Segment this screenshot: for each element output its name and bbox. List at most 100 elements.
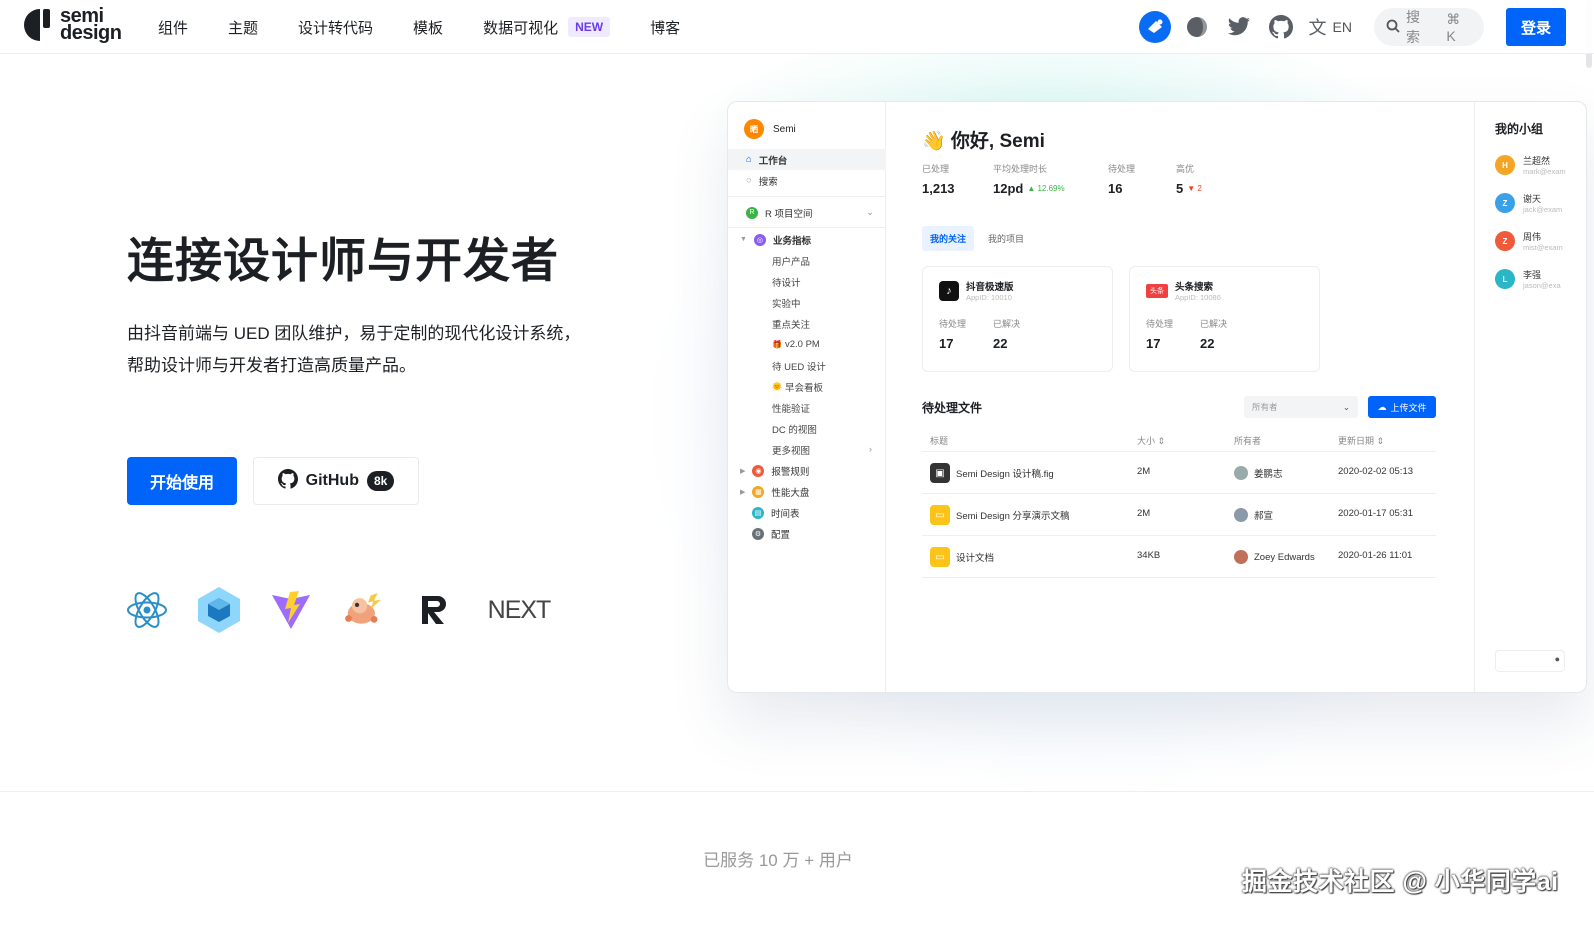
card-stat-label: 待处理 xyxy=(1146,319,1174,329)
app-card[interactable]: ♪ 抖音极速版 AppID: 10010 待处理 17 已解决 22 xyxy=(922,266,1113,372)
app-card[interactable]: 头条 头条搜索 AppID: 10086 待处理 17 已解决 22 xyxy=(1129,266,1320,372)
get-started-button[interactable]: 开始使用 xyxy=(127,457,237,505)
avatar xyxy=(1234,466,1248,480)
table-row[interactable]: ▭ Semi Design 分享演示文稿 2M 郝宣 2020-01-17 05:… xyxy=(922,494,1436,536)
menu-label: 主题 xyxy=(228,19,259,37)
rspack-icon[interactable] xyxy=(340,582,386,638)
chevron-down-icon: ⌄ xyxy=(866,207,874,218)
comment-input[interactable]: ● xyxy=(1495,650,1565,672)
caret-right-icon: ▶ xyxy=(740,488,746,496)
group-member[interactable]: Z 谢天 jack@exam xyxy=(1495,192,1562,214)
file-date: 2020-01-26 11:01 xyxy=(1338,550,1413,561)
figma-icon: ▣ xyxy=(930,463,950,483)
my-group-title: 我的小组 xyxy=(1495,122,1544,136)
nextjs-wordmark: NEXT xyxy=(487,595,552,624)
table-row[interactable]: ▣ Semi Design 设计稿.fig 2M 姜鹏志 2020-02-02 0… xyxy=(922,452,1436,494)
menu-label: 组件 xyxy=(158,19,189,37)
toutiao-icon: 头条 xyxy=(1146,283,1168,298)
avatar xyxy=(1234,550,1248,564)
group-member[interactable]: Z 周伟 mist@exam xyxy=(1495,230,1563,252)
chat-icon: ● xyxy=(1554,654,1560,664)
stat-value: 16 xyxy=(1108,181,1123,196)
table-row[interactable]: ▭ 设计文档 34KB Zoey Edwards 2020-01-26 11:01 xyxy=(922,536,1436,578)
card-stat-label: 已解决 xyxy=(1200,319,1228,329)
menu-label: 设计转代码 xyxy=(298,19,374,37)
card-name: 抖音极速版 xyxy=(966,282,1014,293)
group-member[interactable]: L 李强 jason@exa xyxy=(1495,268,1561,290)
nextjs-icon[interactable]: NEXT xyxy=(484,582,554,638)
sidebar-item-search[interactable]: ○ 搜索 xyxy=(728,170,886,191)
chevron-right-icon: › xyxy=(868,444,872,455)
menu-item-theme[interactable]: 主题 xyxy=(228,17,258,38)
stat-label: 高优 xyxy=(1176,164,1195,174)
sidebar-sub-item[interactable]: DC 的视图 xyxy=(728,418,886,439)
menu-label: 博客 xyxy=(650,19,681,37)
avatar xyxy=(1234,508,1248,522)
sidebar-item-label: 待 UED 设计 xyxy=(772,361,826,373)
react-icon[interactable] xyxy=(124,582,170,638)
card-stat-value: 17 xyxy=(1146,336,1161,351)
hero-title: 连接设计师与开发者 xyxy=(127,234,559,287)
emoji-icon: 🌞 xyxy=(772,382,782,391)
language-label: EN xyxy=(1332,19,1352,35)
preview-user[interactable]: 晒 Semi xyxy=(744,119,796,139)
sidebar-item-workspace[interactable]: ⌂ 工作台 xyxy=(728,149,886,170)
card-name: 头条搜索 xyxy=(1175,282,1214,293)
sidebar-sub-item[interactable]: 重点关注 xyxy=(728,313,886,334)
sidebar-item-label: 配置 xyxy=(771,529,791,541)
tab-my-follows[interactable]: 我的关注 xyxy=(922,226,975,251)
remix-icon[interactable] xyxy=(412,582,458,638)
sidebar-sub-item[interactable]: 用户产品 xyxy=(728,250,886,271)
sidebar-sub-item[interactable]: 🎁 v2.0 PM xyxy=(728,334,886,355)
sidebar-item-label: 早会看板 xyxy=(784,382,823,394)
preview-user-name: Semi xyxy=(773,123,796,135)
dark-mode-icon[interactable] xyxy=(1181,11,1213,43)
column-header[interactable]: 大小 ⇕ xyxy=(1137,434,1165,447)
project-space-select[interactable]: R R 项目空间 ⌄ xyxy=(728,202,886,223)
menu-item-data-viz[interactable]: 数据可视化 NEW xyxy=(483,17,611,38)
preview-tabs: 我的关注 我的项目 xyxy=(922,226,1032,251)
menu-item-design-to-code[interactable]: 设计转代码 xyxy=(298,17,373,38)
search-box[interactable]: 搜索 ⌘ K xyxy=(1374,8,1484,46)
semi-design-logo[interactable]: semi design xyxy=(24,6,122,44)
member-email: mist@exam xyxy=(1523,243,1563,252)
column-header: 标题 xyxy=(930,436,949,446)
sidebar-item-alerts[interactable]: ▶ ◉ 报警规则 xyxy=(728,460,886,481)
sidebar-group-metrics[interactable]: ▼ ◎ 业务指标 xyxy=(728,229,886,250)
sidebar-sub-item[interactable]: 性能验证 xyxy=(728,397,886,418)
upload-file-button[interactable]: ☁ 上传文件 xyxy=(1368,396,1436,418)
column-header[interactable]: 更新日期 ⇕ xyxy=(1338,434,1384,447)
owner-select[interactable]: 所有者 ⌄ xyxy=(1244,396,1358,418)
main-menu: 组件 主题 设计转代码 模板 数据可视化 NEW 博客 xyxy=(158,0,720,54)
sidebar-item-settings[interactable]: ⚙ 配置 xyxy=(728,523,886,544)
twitter-icon[interactable] xyxy=(1223,11,1255,43)
sidebar-item-schedule[interactable]: ▤ 时间表 xyxy=(728,502,886,523)
card-stat-value: 17 xyxy=(939,336,954,351)
menu-item-templates[interactable]: 模板 xyxy=(413,17,443,38)
sidebar-sub-item[interactable]: 实验中 xyxy=(728,292,886,313)
upload-label: 上传文件 xyxy=(1390,402,1427,413)
emoji-icon: 🎁 xyxy=(772,340,782,349)
feishu-icon[interactable] xyxy=(1138,11,1171,43)
hero-desc-line2: 帮助设计师与开发者打造高质量产品。 xyxy=(127,356,416,375)
group-member[interactable]: H 兰超然 mark@exam xyxy=(1495,154,1566,176)
menu-item-blog[interactable]: 博客 xyxy=(650,17,680,38)
card-stat-value: 22 xyxy=(1200,336,1215,351)
sidebar-sub-item-more[interactable]: 更多视图 › xyxy=(728,439,886,460)
menu-item-components[interactable]: 组件 xyxy=(158,17,188,38)
sidebar-item-label: 时间表 xyxy=(771,508,800,520)
login-button[interactable]: 登录 xyxy=(1506,8,1566,46)
github-star-count: 8k xyxy=(366,471,395,491)
sidebar-sub-item[interactable]: 待 UED 设计 xyxy=(728,355,886,376)
webpack-icon[interactable] xyxy=(196,582,242,638)
sidebar-item-label: 报警规则 xyxy=(771,466,810,478)
github-button[interactable]: GitHub 8k xyxy=(253,457,419,505)
tab-my-projects[interactable]: 我的项目 xyxy=(980,226,1032,251)
sidebar-sub-item[interactable]: 待设计 xyxy=(728,271,886,292)
language-switch[interactable]: 文 EN xyxy=(1309,14,1352,40)
sidebar-sub-item[interactable]: 🌞 早会看板 xyxy=(728,376,886,397)
vite-icon[interactable] xyxy=(268,582,314,638)
pending-files-title: 待处理文件 xyxy=(922,401,983,415)
github-icon[interactable] xyxy=(1265,11,1297,43)
sidebar-item-performance[interactable]: ▶ ▦ 性能大盘 xyxy=(728,481,886,502)
